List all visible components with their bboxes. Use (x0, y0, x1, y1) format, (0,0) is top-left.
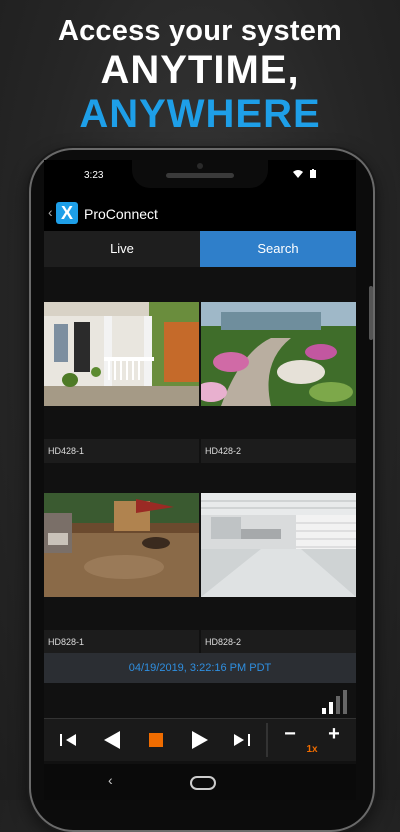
camera-thumbnail-porch[interactable] (44, 302, 199, 406)
status-icons (289, 169, 316, 180)
system-nav-bar: ‹ (44, 764, 356, 800)
front-camera (197, 163, 203, 169)
back-chevron-icon[interactable]: ‹ (48, 204, 53, 220)
proconnect-logo-icon: X (56, 202, 78, 224)
promo-headline: Access your system ANYTIME, ANYWHERE (0, 14, 400, 136)
play-icon[interactable] (186, 719, 214, 761)
nav-back-icon[interactable]: ‹ (108, 772, 113, 788)
camera-name: HD428-1 (44, 439, 199, 463)
playback-timestamp: 04/19/2019, 3:22:16 PM PDT (44, 653, 356, 683)
phone-side-button (369, 286, 373, 340)
status-time: 3:23 (84, 170, 104, 181)
battery-icon (310, 169, 316, 180)
step-forward-icon[interactable] (230, 719, 254, 761)
camera-thumbnail-patio[interactable] (44, 493, 199, 597)
app-bar: ‹ X ProConnect (44, 198, 356, 230)
speaker-grille (166, 173, 234, 178)
step-back-icon[interactable] (56, 719, 80, 761)
camera-name: HD828-1 (44, 630, 199, 654)
app-title: ProConnect (84, 206, 158, 222)
wifi-icon (293, 170, 306, 180)
view-tabs: Live Search (44, 231, 356, 267)
camera-name: HD828-2 (201, 630, 356, 654)
nav-home-pill-icon[interactable] (190, 776, 216, 790)
playback-controls: − 1x + (44, 718, 356, 761)
phone-screen: 3:23 ‹ X ProConnect Live Search HD428-1 … (44, 160, 356, 800)
promo-line-1: Access your system (57, 15, 343, 47)
promo-line-3: ANYWHERE (79, 92, 321, 136)
controls-divider (266, 723, 268, 757)
camera-name: HD428-2 (201, 439, 356, 463)
stop-icon[interactable] (142, 719, 170, 761)
camera-thumbnail-garage[interactable] (201, 493, 356, 597)
camera-thumbnail-garden[interactable] (201, 302, 356, 406)
promo-line-2: ANYTIME, (100, 48, 300, 92)
minus-icon[interactable]: − (280, 713, 300, 755)
tab-live[interactable]: Live (44, 231, 200, 267)
tab-search[interactable]: Search (200, 231, 356, 267)
plus-icon[interactable]: + (324, 713, 344, 755)
reverse-icon[interactable] (98, 719, 126, 761)
